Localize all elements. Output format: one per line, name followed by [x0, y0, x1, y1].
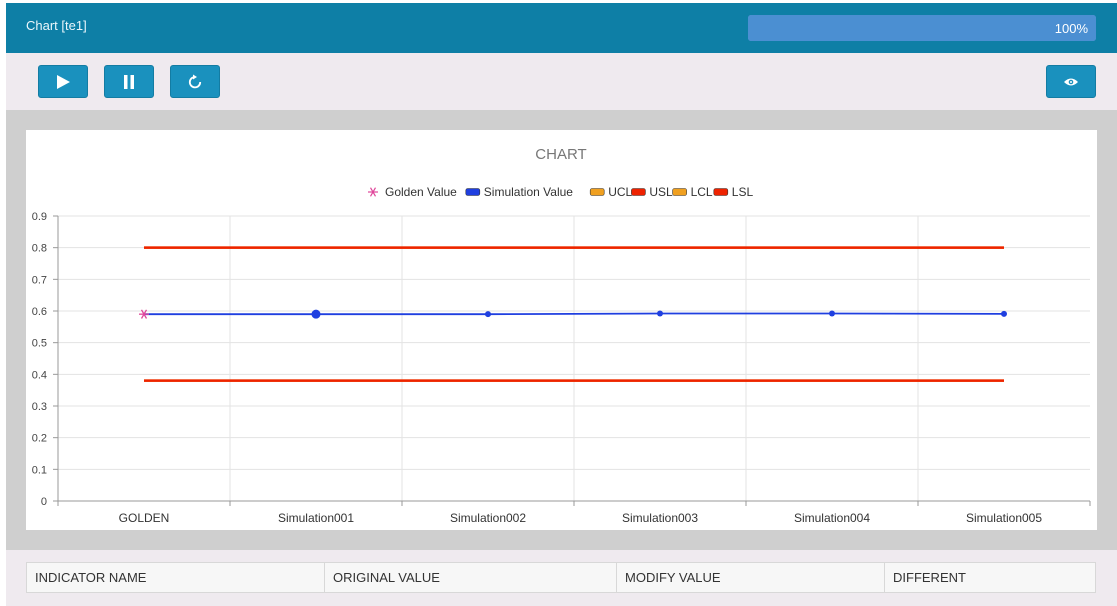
- y-tick-label: 0.1: [32, 464, 47, 476]
- progress-label: 100%: [1054, 21, 1088, 36]
- legend-label: LCL: [691, 185, 713, 199]
- legend-swatch-lcl: [672, 188, 687, 196]
- legend-label: Simulation Value: [484, 185, 573, 199]
- chart-area: CHART Golden Value Simulation Value UCL USL…: [6, 110, 1117, 550]
- legend-swatch-usl: [631, 188, 646, 196]
- play-icon: [57, 74, 70, 89]
- series-line-simulation-value: [144, 312, 1005, 316]
- simulation-point: [657, 310, 663, 317]
- y-tick-label: 0: [41, 496, 47, 508]
- table-header: INDICATOR NAME ORIGINAL VALUE MODIFY VAL…: [26, 562, 1096, 593]
- legend-swatch-lsl: [713, 188, 729, 196]
- progress-bar: 100%: [748, 15, 1096, 41]
- legend-label: Golden Value: [385, 185, 457, 199]
- simulation-point: [311, 309, 321, 319]
- reset-button[interactable]: [170, 65, 220, 98]
- x-tick-label: Simulation005: [966, 511, 1042, 525]
- legend-label: USL: [649, 185, 673, 199]
- y-tick-label: 0.8: [32, 243, 47, 255]
- x-tick-label: Simulation002: [450, 511, 526, 525]
- simulation-point: [1001, 310, 1007, 317]
- y-tick-label: 0.4: [32, 369, 47, 381]
- column-header-different[interactable]: DIFFERENT: [885, 563, 1095, 592]
- y-tick-label: 0.9: [32, 211, 47, 223]
- simulation-point: [485, 311, 491, 318]
- chart-series: [139, 246, 1007, 382]
- x-tick-label: Simulation001: [278, 511, 354, 525]
- y-tick-label: 0.6: [32, 306, 47, 318]
- column-header-original-value[interactable]: ORIGINAL VALUE: [325, 563, 617, 592]
- header-bar: Chart [te1] 100%: [6, 3, 1117, 53]
- pause-icon: [124, 74, 134, 89]
- column-header-modify-value[interactable]: MODIFY VALUE: [617, 563, 885, 592]
- column-header-indicator-name[interactable]: INDICATOR NAME: [27, 563, 325, 592]
- progress-fill: [748, 15, 1096, 41]
- simulation-point: [829, 310, 835, 317]
- chart-card: CHART Golden Value Simulation Value UCL USL…: [26, 130, 1097, 530]
- chart-grid: [58, 215, 1090, 501]
- page-title: Chart [te1]: [26, 18, 87, 33]
- chart-title: CHART: [535, 146, 586, 163]
- y-tick-label: 0.2: [32, 433, 47, 445]
- x-tick-label: GOLDEN: [119, 511, 170, 525]
- chart-axes: 0 0.1 0.2 0.3 0.4 0.5 0.6 0.7 0.8 0.9 GOLDEN Simula…: [32, 211, 1091, 525]
- legend-swatch-simulation-value: [465, 188, 481, 196]
- legend-label: UCL: [608, 185, 632, 199]
- indicator-table: INDICATOR NAME ORIGINAL VALUE MODIFY VAL…: [6, 550, 1117, 606]
- toolbar: [6, 53, 1117, 110]
- refresh-icon: [188, 74, 202, 88]
- y-tick-label: 0.7: [32, 274, 47, 286]
- legend-label: LSL: [732, 185, 754, 199]
- y-tick-label: 0.5: [32, 338, 47, 350]
- view-button[interactable]: [1046, 65, 1096, 98]
- eye-icon: [1064, 78, 1078, 85]
- legend-swatch-ucl: [589, 188, 605, 196]
- legend-marker-golden-value: [368, 187, 378, 197]
- x-tick-label: Simulation004: [794, 511, 870, 525]
- x-tick-label: Simulation003: [622, 511, 698, 525]
- y-tick-label: 0.3: [32, 401, 47, 413]
- chart-legend: Golden Value Simulation Value UCL USL LCL LSL: [368, 185, 753, 199]
- play-button[interactable]: [38, 65, 88, 98]
- pause-button[interactable]: [104, 65, 154, 98]
- chart-svg: CHART Golden Value Simulation Value UCL USL…: [32, 146, 1091, 525]
